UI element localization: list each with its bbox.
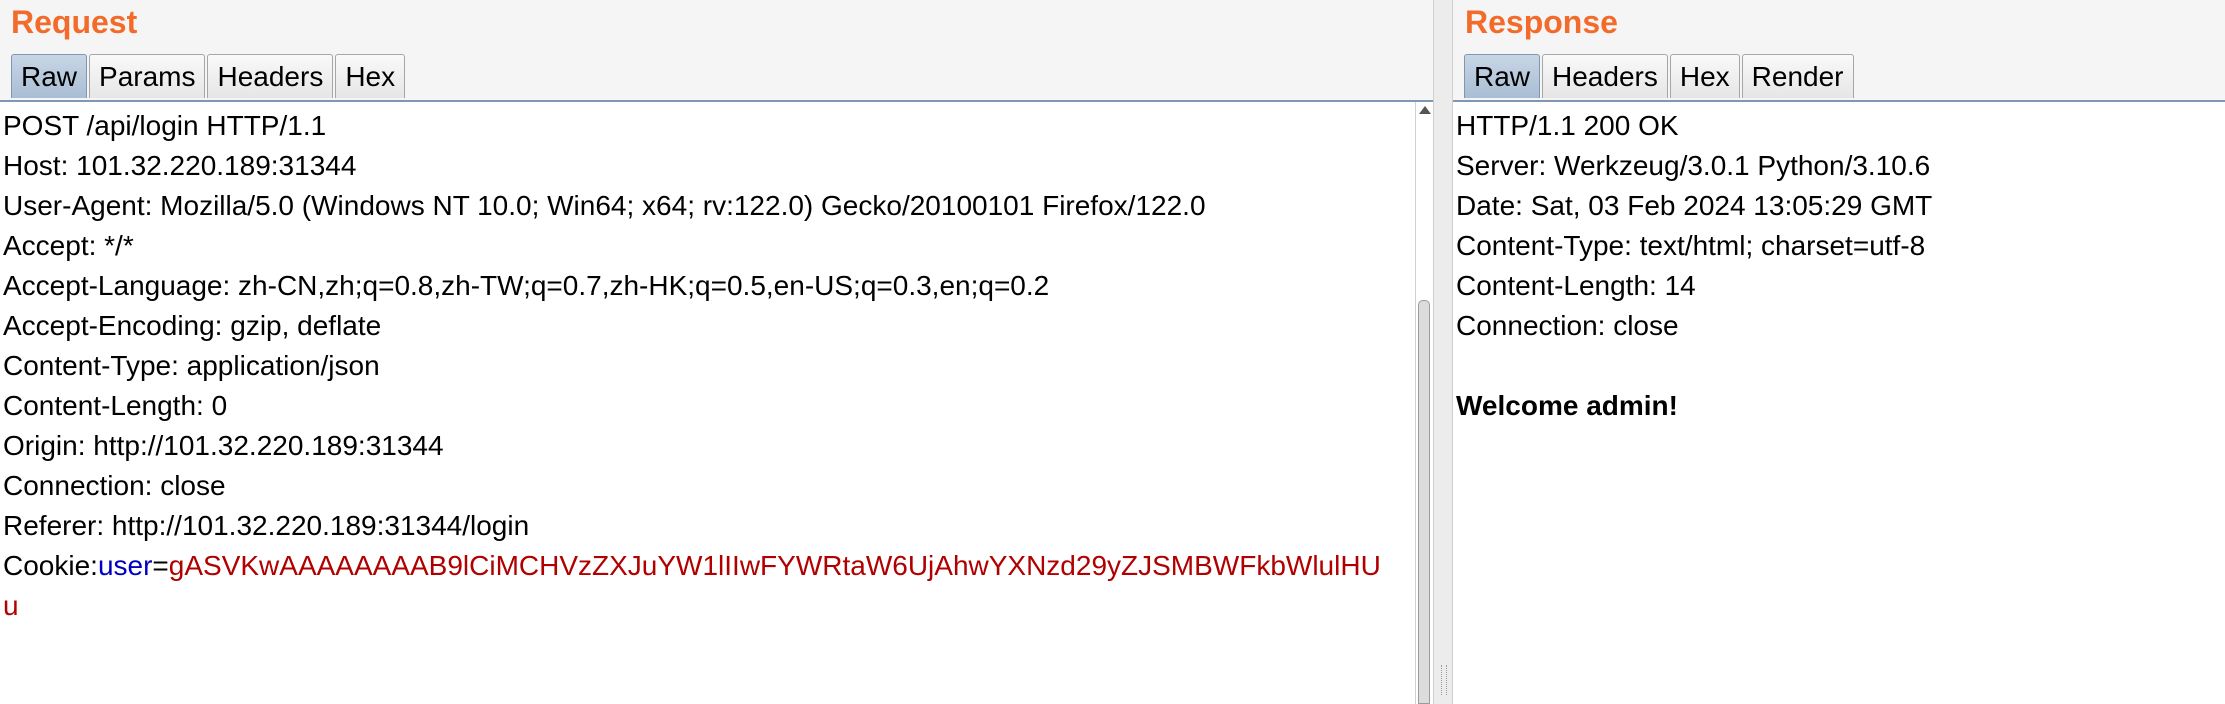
- request-scrollbar[interactable]: [1415, 102, 1433, 704]
- response-tab-render[interactable]: Render: [1741, 54, 1854, 98]
- split-pane-divider[interactable]: [1433, 0, 1453, 704]
- request-line: Connection: close: [3, 470, 226, 501]
- response-tab-hex[interactable]: Hex: [1669, 54, 1740, 98]
- response-line: Content-Type: text/html; charset=utf-8: [1456, 230, 1926, 261]
- request-line: Accept: */*: [3, 230, 134, 261]
- request-line: Origin: http://101.32.220.189:31344: [3, 430, 444, 461]
- response-line: Date: Sat, 03 Feb 2024 13:05:29 GMT: [1456, 190, 1933, 221]
- response-tab-headers[interactable]: Headers: [1542, 54, 1668, 98]
- request-header: Request Raw Params Headers Hex: [0, 0, 1433, 102]
- request-line: Host: 101.32.220.189:31344: [3, 150, 357, 181]
- cookie-header-name: Cookie:: [3, 550, 98, 581]
- response-line: Server: Werkzeug/3.0.1 Python/3.10.6: [1456, 150, 1931, 181]
- request-line: Accept-Language: zh-CN,zh;q=0.8,zh-TW;q=…: [3, 270, 1050, 301]
- response-tabs: Raw Headers Hex Render: [1464, 54, 1854, 98]
- request-tab-hex[interactable]: Hex: [335, 54, 406, 98]
- request-line: Referer: http://101.32.220.189:31344/log…: [3, 510, 530, 541]
- response-blank-line: [1456, 346, 2225, 386]
- request-raw-editor[interactable]: POST /api/login HTTP/1.1 Host: 101.32.22…: [0, 102, 1415, 704]
- response-body: Welcome admin!: [1456, 390, 1678, 421]
- scroll-up-arrow-icon[interactable]: [1419, 106, 1431, 114]
- response-line: Connection: close: [1456, 310, 1679, 341]
- cookie-line: Cookie:user=gASVKwAAAAAAAAB9lCiMCHVzZXJu…: [3, 546, 1415, 586]
- response-line: Content-Length: 14: [1456, 270, 1696, 301]
- response-tab-raw[interactable]: Raw: [1464, 54, 1541, 98]
- response-line: HTTP/1.1 200 OK: [1456, 110, 1679, 141]
- request-tabs: Raw Params Headers Hex: [11, 54, 406, 98]
- scrollbar-thumb[interactable]: [1418, 300, 1430, 704]
- request-pane: Request Raw Params Headers Hex POST /api…: [0, 0, 1433, 704]
- request-line: Accept-Encoding: gzip, deflate: [3, 310, 382, 341]
- divider-grip-icon[interactable]: [1441, 665, 1447, 695]
- request-tab-headers[interactable]: Headers: [207, 54, 334, 98]
- request-line: Content-Length: 0: [3, 390, 228, 421]
- request-tab-params[interactable]: Params: [89, 54, 206, 98]
- request-tab-raw[interactable]: Raw: [11, 54, 88, 98]
- cookie-value: gASVKwAAAAAAAAB9lCiMCHVzZXJuYW1lIIwFYWRt…: [168, 550, 1381, 581]
- response-pane: Response Raw Headers Hex Render HTTP/1.1…: [1453, 0, 2225, 704]
- request-line: POST /api/login HTTP/1.1: [3, 110, 327, 141]
- response-header: Response Raw Headers Hex Render: [1453, 0, 2225, 102]
- cookie-line-continued: u: [3, 586, 1415, 626]
- request-line: User-Agent: Mozilla/5.0 (Windows NT 10.0…: [3, 190, 1206, 221]
- response-title: Response: [1465, 4, 1618, 40]
- cookie-key: user: [97, 550, 153, 581]
- cookie-equals: =: [152, 550, 169, 581]
- response-raw-editor[interactable]: HTTP/1.1 200 OK Server: Werkzeug/3.0.1 P…: [1453, 102, 2225, 704]
- request-line: Content-Type: application/json: [3, 350, 380, 381]
- request-title: Request: [11, 4, 138, 40]
- cookie-value-wrap: u: [3, 590, 19, 621]
